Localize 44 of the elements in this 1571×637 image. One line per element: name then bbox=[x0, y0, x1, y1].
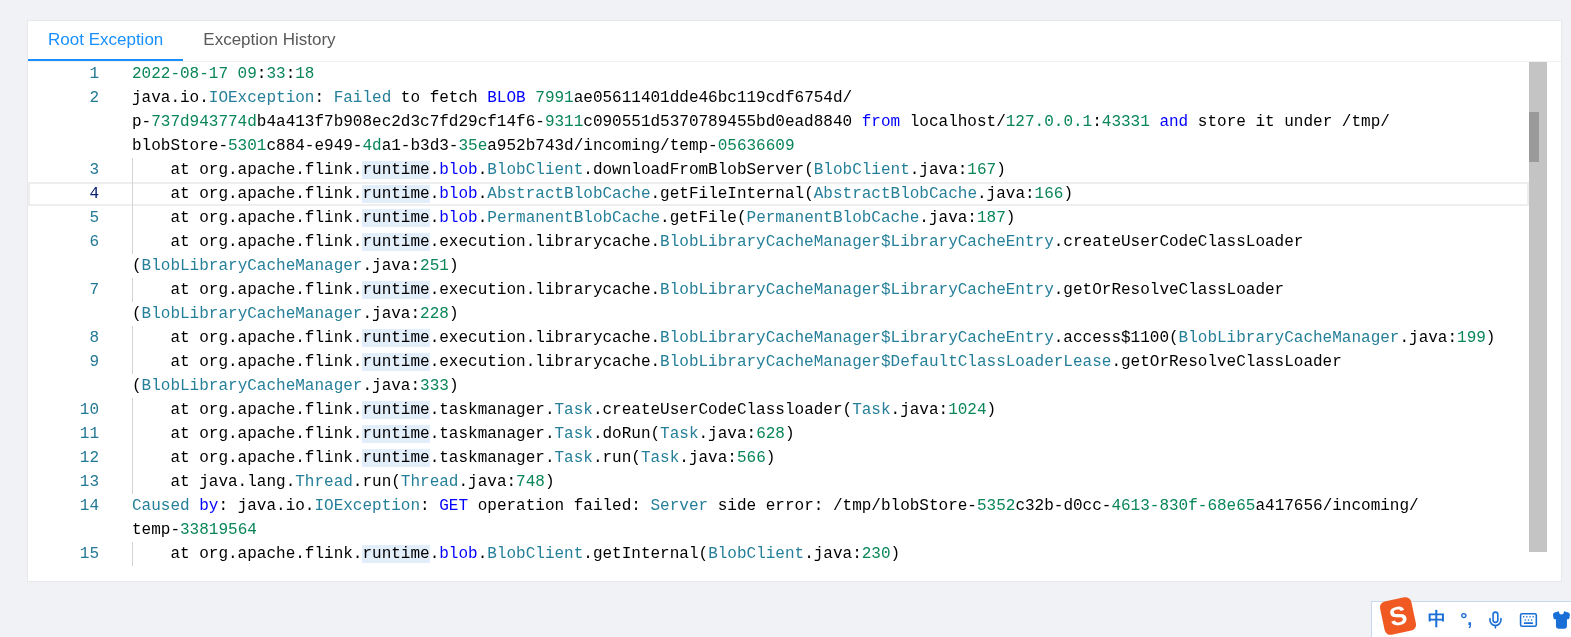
code-line: (BlobLibraryCacheManager.java:228) bbox=[132, 304, 459, 325]
code-line: at org.apache.flink.runtime.execution.librarycache.BlobLibraryCacheManager$LibraryCacheEntry.access$1100(BlobLibraryCacheManager.java:199) bbox=[169, 328, 1496, 349]
line-number: 14 bbox=[79, 497, 99, 515]
line-number: 9 bbox=[89, 353, 99, 371]
code-line: at org.apache.flink.runtime.blob.BlobClient.downloadFromBlobServer(BlobClient.java:167) bbox=[169, 160, 1006, 181]
code-line: at org.apache.flink.runtime.blob.AbstractBlobCache.getFileInternal(AbstractBlobCache.java:166) bbox=[169, 184, 1073, 205]
code-line: java.io.IOException: Failed to fetch BLOB 7991ae05611401dde46bc119cdf6754d/ bbox=[132, 88, 853, 109]
code-line: at org.apache.flink.runtime.taskmanager.Task.run(Task.java:566) bbox=[169, 448, 776, 469]
code-line: at org.apache.flink.runtime.taskmanager.Task.doRun(Task.java:628) bbox=[169, 424, 795, 445]
line-number: 1 bbox=[89, 65, 99, 83]
line-number: 15 bbox=[79, 545, 99, 563]
code-line: at java.lang.Thread.run(Thread.java:748) bbox=[169, 472, 555, 493]
code-line: at org.apache.flink.runtime.execution.librarycache.BlobLibraryCacheManager$DefaultClassLoaderLease.getOrResolveClassLoader bbox=[169, 352, 1342, 373]
code-line: blobStore-5301c884-e949-4da1-b3d3-35ea952b743d/incoming/temp-05636609 bbox=[132, 136, 795, 157]
line-number: 3 bbox=[89, 161, 99, 179]
shirt-icon[interactable] bbox=[1552, 609, 1571, 630]
ime-logo[interactable]: S bbox=[1378, 595, 1418, 636]
code-line: at org.apache.flink.runtime.execution.librarycache.BlobLibraryCacheManager$LibraryCacheEntry.createUserCodeClassLoader bbox=[169, 232, 1304, 253]
code-line: at org.apache.flink.runtime.blob.BlobClient.getInternal(BlobClient.java:230) bbox=[169, 544, 901, 565]
tab[interactable]: Root Exception bbox=[28, 21, 184, 61]
line-number: 5 bbox=[89, 209, 99, 227]
line-number: 4 bbox=[89, 185, 99, 203]
tab[interactable]: Exception History bbox=[183, 21, 356, 61]
line-number: 6 bbox=[89, 233, 99, 251]
line-number: 11 bbox=[79, 425, 99, 443]
code-line: p-737d943774db4a413f7b908ec2d3c7fd29cf14f6-9311c090551d5370789455bd0ead8840 from localhost/127.0.0.1:43331 and store it under /tmp/ bbox=[132, 112, 1390, 133]
line-number: 12 bbox=[79, 449, 99, 467]
code-line: (BlobLibraryCacheManager.java:333) bbox=[132, 376, 459, 397]
line-number: 2 bbox=[89, 89, 99, 107]
code-line: Caused by: java.io.IOException: GET operation failed: Server side error: /tmp/blobStore-5352c32b-d0cc-4613-830f-68e65a417656/incoming/ bbox=[132, 496, 1419, 517]
ime-button[interactable]: 中 bbox=[1428, 606, 1447, 633]
line-number: 8 bbox=[89, 329, 99, 347]
line-number: 7 bbox=[89, 281, 99, 299]
code-line: at org.apache.flink.runtime.blob.PermanentBlobCache.getFile(PermanentBlobCache.java:187) bbox=[169, 208, 1016, 229]
code-line: at org.apache.flink.runtime.taskmanager.Task.createUserCodeClassloader(Task.java:1024) bbox=[169, 400, 997, 421]
scrollbar[interactable] bbox=[1529, 62, 1547, 552]
code-line: (BlobLibraryCacheManager.java:251) bbox=[132, 256, 459, 277]
code-line: at org.apache.flink.runtime.execution.librarycache.BlobLibraryCacheManager$LibraryCacheEntry.getOrResolveClassLoader bbox=[169, 280, 1285, 301]
code-line: 2022-08-17 09:33:18 bbox=[132, 64, 315, 85]
scrollbar-thumb[interactable] bbox=[1529, 112, 1539, 162]
line-number: 13 bbox=[79, 473, 99, 491]
code-line: temp-33819564 bbox=[132, 520, 257, 541]
line-number: 10 bbox=[79, 401, 99, 419]
ime-button[interactable]: °, bbox=[1460, 606, 1473, 633]
